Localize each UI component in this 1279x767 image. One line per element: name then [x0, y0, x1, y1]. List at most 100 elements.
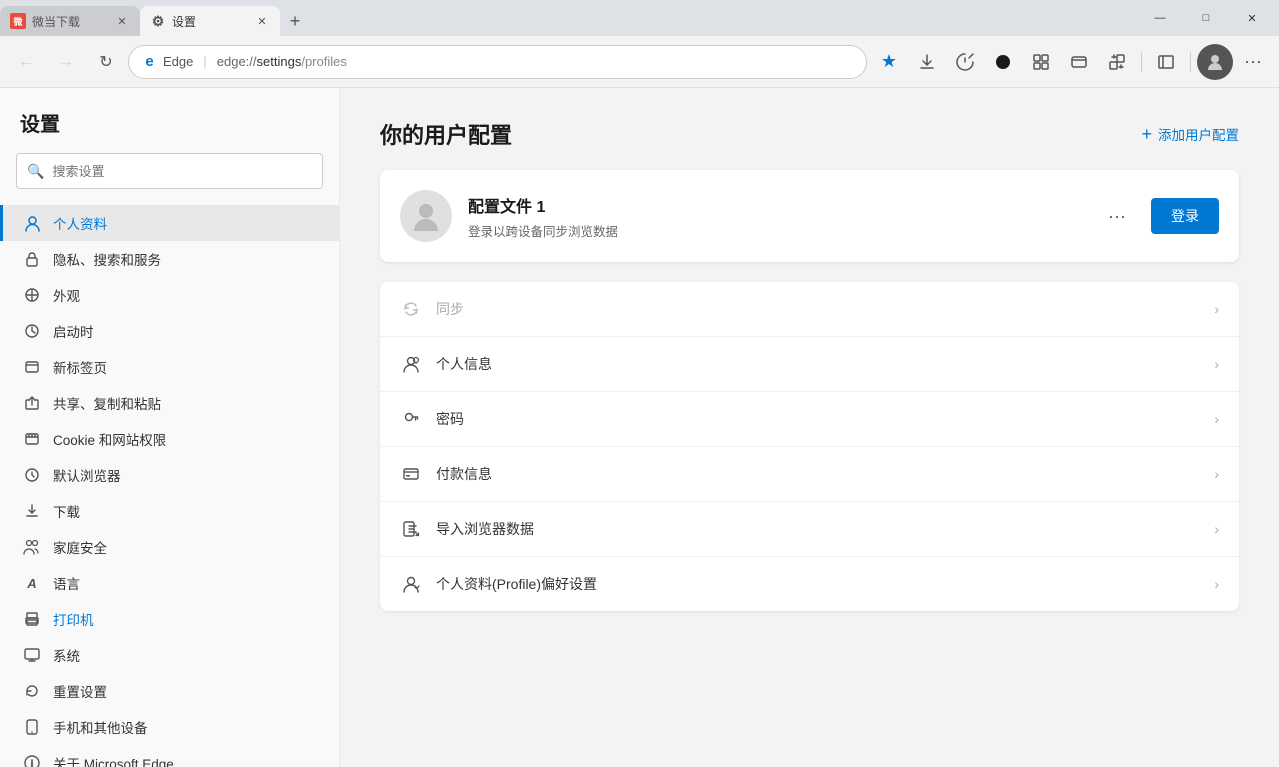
settings-item-personal-info[interactable]: 个人信息 › [380, 337, 1239, 392]
profile-more-button[interactable]: ··· [1099, 198, 1135, 234]
menu-button[interactable]: ··· [1235, 44, 1271, 80]
sidebar-label-printer: 打印机 [53, 609, 94, 629]
forward-button[interactable]: → [48, 44, 84, 80]
personal-info-icon [400, 353, 422, 375]
system-nav-icon [23, 647, 41, 663]
settings-item-import[interactable]: 导入浏览器数据 › [380, 502, 1239, 557]
avatar-icon [409, 199, 443, 233]
language-nav-icon: A [23, 576, 41, 591]
sidebar-label-share: 共享、复制和粘贴 [53, 393, 161, 413]
sidebar-item-cookies[interactable]: Cookie 和网站权限 [0, 421, 339, 457]
search-box[interactable]: 🔍 [16, 153, 323, 189]
tab2-favicon: ⚙ [150, 13, 166, 29]
family-nav-icon [23, 539, 41, 555]
signin-button[interactable]: 登录 [1151, 198, 1219, 234]
address-url: edge://settings/profiles [217, 54, 347, 69]
tab1-close-button[interactable]: ✕ [114, 13, 130, 29]
tab-1[interactable]: 微 微当下载 ✕ [0, 6, 140, 36]
profile-name: 配置文件 1 [468, 193, 1083, 217]
share-nav-icon [23, 395, 41, 411]
tab1-favicon: 微 [10, 13, 26, 29]
sidebar-item-reset[interactable]: 重置设置 [0, 673, 339, 709]
sidebar-item-newtab[interactable]: 新标签页 [0, 349, 339, 385]
refresh-button[interactable]: ↻ [88, 44, 124, 80]
sidebar-item-phone[interactable]: 手机和其他设备 [0, 709, 339, 745]
tab2-title: 设置 [172, 13, 248, 30]
sidebar-label-newtab: 新标签页 [53, 357, 107, 377]
payment-icon [400, 463, 422, 485]
settings-item-sync: 同步 › [380, 282, 1239, 337]
default-nav-icon [23, 467, 41, 483]
downloads-icon[interactable] [909, 44, 945, 80]
sidebar-item-privacy[interactable]: 隐私、搜索和服务 [0, 241, 339, 277]
address-bar[interactable]: e Edge | edge://settings/profiles [128, 45, 867, 79]
sidebar-item-startup[interactable]: 启动时 [0, 313, 339, 349]
payment-chevron-icon: › [1214, 466, 1219, 482]
personal-info-chevron-icon: › [1214, 356, 1219, 372]
content-area: 你的用户配置 + 添加用户配置 配置文件 1 登录以跨设备同步浏览数据 ··· … [340, 88, 1279, 767]
wallet-icon[interactable] [1061, 44, 1097, 80]
maximize-button[interactable]: □ [1183, 0, 1229, 36]
favorites-icon[interactable]: ★ [871, 44, 907, 80]
startup-nav-icon [23, 323, 41, 339]
profile-description: 登录以跨设备同步浏览数据 [468, 221, 1083, 240]
add-profile-button[interactable]: + 添加用户配置 [1141, 124, 1239, 145]
content-title: 你的用户配置 [380, 118, 512, 150]
profile-card: 配置文件 1 登录以跨设备同步浏览数据 ··· 登录 [380, 170, 1239, 262]
tab-2[interactable]: ⚙ 设置 ✕ [140, 6, 280, 36]
passwords-label: 密码 [436, 409, 1200, 429]
address-brand: Edge [163, 54, 193, 69]
profile-button[interactable] [1197, 44, 1233, 80]
sync-label: 同步 [436, 299, 1200, 319]
sidebar-item-about[interactable]: 关于 Microsoft Edge [0, 745, 339, 767]
window-controls: — □ ✕ [1133, 0, 1279, 36]
minimize-button[interactable]: — [1137, 0, 1183, 36]
search-input[interactable] [52, 164, 312, 179]
main-layout: 设置 🔍 个人资料 隐私、搜索和服务 外观 [0, 88, 1279, 767]
search-icon: 🔍 [27, 163, 44, 180]
extensions-icon[interactable] [1099, 44, 1135, 80]
sidebar-title: 设置 [0, 108, 339, 153]
navbar: ← → ↻ e Edge | edge://settings/profiles … [0, 36, 1279, 88]
collections-icon[interactable] [1023, 44, 1059, 80]
sidebar-item-profile[interactable]: 个人资料 [0, 205, 339, 241]
sidebar-label-about: 关于 Microsoft Edge [53, 753, 174, 767]
back-button[interactable]: ← [8, 44, 44, 80]
sync-icon [400, 298, 422, 320]
settings-item-passwords[interactable]: 密码 › [380, 392, 1239, 447]
sidebar: 设置 🔍 个人资料 隐私、搜索和服务 外观 [0, 88, 340, 767]
printer-nav-icon [23, 611, 41, 627]
settings-item-preferences[interactable]: 个人资料(Profile)偏好设置 › [380, 557, 1239, 611]
sidebar-label-cookies: Cookie 和网站权限 [53, 429, 166, 449]
sidebar-item-printer[interactable]: 打印机 [0, 601, 339, 637]
close-button[interactable]: ✕ [1229, 0, 1275, 36]
settings-item-payment[interactable]: 付款信息 › [380, 447, 1239, 502]
cookies-nav-icon [23, 431, 41, 447]
privacy-nav-icon [23, 251, 41, 267]
circle-icon[interactable] [985, 44, 1021, 80]
sidebar-item-share[interactable]: 共享、复制和粘贴 [0, 385, 339, 421]
titlebar: 微 微当下载 ✕ ⚙ 设置 ✕ + — □ ✕ [0, 0, 1279, 36]
sidebar-icon[interactable] [1148, 44, 1184, 80]
tab2-close-button[interactable]: ✕ [254, 13, 270, 29]
sidebar-label-startup: 启动时 [53, 321, 94, 341]
sidebar-item-language[interactable]: A 语言 [0, 565, 339, 601]
downloads-nav-icon [23, 503, 41, 519]
password-icon [400, 408, 422, 430]
payment-label: 付款信息 [436, 464, 1200, 484]
sidebar-label-profile: 个人资料 [53, 213, 107, 233]
sidebar-label-downloads: 下载 [53, 501, 80, 521]
new-tab-button[interactable]: + [280, 6, 310, 36]
add-profile-label: 添加用户配置 [1158, 124, 1239, 144]
sidebar-item-family[interactable]: 家庭安全 [0, 529, 339, 565]
sidebar-item-default[interactable]: 默认浏览器 [0, 457, 339, 493]
toolbar-icons: ★ ··· [871, 44, 1271, 80]
toolbar-separator-1 [1141, 52, 1142, 72]
sidebar-item-system[interactable]: 系统 [0, 637, 339, 673]
reset-nav-icon [23, 683, 41, 699]
sidebar-label-reset: 重置设置 [53, 681, 107, 701]
history-icon[interactable] [947, 44, 983, 80]
sidebar-item-appearance[interactable]: 外观 [0, 277, 339, 313]
import-chevron-icon: › [1214, 521, 1219, 537]
sidebar-item-downloads[interactable]: 下载 [0, 493, 339, 529]
